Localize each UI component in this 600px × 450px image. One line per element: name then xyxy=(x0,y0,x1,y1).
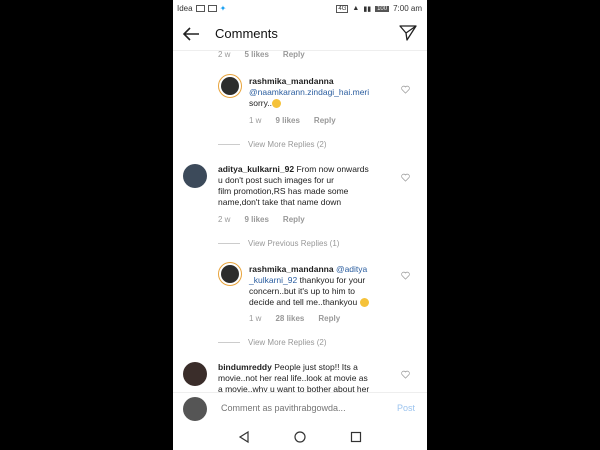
comment-username[interactable]: aditya_kulkarni_92 xyxy=(218,164,294,174)
gallery-icon xyxy=(195,5,205,12)
comment-body-line2: movie..not her real life..look at movie … xyxy=(218,373,368,383)
avatar[interactable] xyxy=(221,77,239,95)
comment-username[interactable]: rashmika_mandanna xyxy=(249,264,334,274)
twitter-icon: ✦ xyxy=(219,4,227,13)
comment-text: rashmika_mandanna @naamkarann.zindagi_ha… xyxy=(249,76,399,109)
post-button[interactable]: Post xyxy=(397,403,415,413)
home-circle-icon[interactable] xyxy=(293,430,307,444)
reply-button[interactable]: Reply xyxy=(283,50,305,59)
comment-time: 1 w xyxy=(249,116,262,125)
comment-text: aditya_kulkarni_92 From now onwards u do… xyxy=(218,164,398,208)
comment-time: 2 w xyxy=(218,215,231,224)
comment-text: rashmika_mandanna @aditya _kulkarni_92 t… xyxy=(249,264,401,308)
comment-body-line2: u don't post such images for ur xyxy=(218,175,334,185)
view-previous-label[interactable]: View Previous Replies (1) xyxy=(248,239,339,248)
image-icon xyxy=(207,5,217,12)
send-icon[interactable] xyxy=(399,24,417,42)
battery-label: 100 xyxy=(375,5,390,12)
divider-line xyxy=(218,144,240,145)
comment-body-line3: a movie..why u want to bother about her xyxy=(218,384,370,392)
phone-screen: Idea ✦ 4G ▲ ▮▮ 100 7:00 am Comments 2 w … xyxy=(173,0,427,450)
comment-meta: 1 w 28 likes Reply xyxy=(249,314,340,323)
likes-count[interactable]: 5 likes xyxy=(244,50,268,59)
comments-header: Comments xyxy=(173,18,427,51)
carrier-label: Idea xyxy=(177,4,193,13)
back-arrow-icon[interactable] xyxy=(181,24,201,44)
status-bar: Idea ✦ 4G ▲ ▮▮ 100 7:00 am xyxy=(173,0,427,18)
comment-meta: 1 w 9 likes Reply xyxy=(249,116,336,125)
comment-text: bindumreddy People just stop!! Its a mov… xyxy=(218,362,398,392)
clock-label: 7:00 am xyxy=(393,4,422,13)
divider-line xyxy=(218,342,240,343)
wifi-icon: ▲ xyxy=(352,5,360,12)
reply-button[interactable]: Reply xyxy=(314,116,336,125)
comment-input[interactable] xyxy=(221,403,371,413)
comments-list: 2 w 5 likes Reply rashmika_mandanna @naa… xyxy=(173,50,427,392)
comment-body-line1: People just stop!! Its a xyxy=(274,362,358,372)
mention-link[interactable]: @naamkarann.zindagi_hai.meri xyxy=(249,87,369,97)
comment-body-line3: concern..but it's up to him to xyxy=(249,286,356,296)
comment-username[interactable]: rashmika_mandanna xyxy=(249,76,334,86)
signal-icon: ▮▮ xyxy=(363,5,372,13)
heart-icon[interactable] xyxy=(401,271,410,280)
heart-icon[interactable] xyxy=(401,85,410,94)
comment-time: 1 w xyxy=(249,314,262,323)
heart-icon[interactable] xyxy=(401,370,410,379)
likes-count[interactable]: 9 likes xyxy=(275,116,299,125)
avatar[interactable] xyxy=(183,362,207,386)
comment-body-line4: decide and tell me..thankyou xyxy=(249,297,358,307)
view-more-replies[interactable]: View More Replies (2) xyxy=(218,338,327,347)
comment-time: 2 w xyxy=(218,50,231,59)
comment-body-line3: film promotion,RS has made some xyxy=(218,186,349,196)
avatar[interactable] xyxy=(221,265,239,283)
comment-body: sorry.. xyxy=(249,98,272,108)
mention-link-cont[interactable]: _kulkarni_92 xyxy=(249,275,297,285)
page-title: Comments xyxy=(215,26,278,41)
comment-meta: 2 w 9 likes Reply xyxy=(218,215,305,224)
comment-body-line4: name,don't take that name down xyxy=(218,197,342,207)
network-label: 4G xyxy=(336,4,349,13)
reply-button[interactable]: Reply xyxy=(318,314,340,323)
mention-link[interactable]: @aditya xyxy=(336,264,367,274)
comment-composer: Post xyxy=(173,392,427,425)
view-more-label[interactable]: View More Replies (2) xyxy=(248,140,327,149)
comment-username[interactable]: bindumreddy xyxy=(218,362,272,372)
comment-body-line2: thankyou for your xyxy=(299,275,366,285)
comment-meta: 2 w 5 likes Reply xyxy=(218,50,305,59)
avatar[interactable] xyxy=(183,164,207,188)
recent-apps-icon[interactable] xyxy=(349,430,363,444)
back-triangle-icon[interactable] xyxy=(237,430,251,444)
emoji-icon xyxy=(271,99,281,109)
emoji-icon xyxy=(359,298,369,308)
comment-body-line1: From now onwards xyxy=(296,164,369,174)
heart-icon[interactable] xyxy=(401,173,410,182)
reply-button[interactable]: Reply xyxy=(283,215,305,224)
likes-count[interactable]: 9 likes xyxy=(244,215,268,224)
view-previous-replies[interactable]: View Previous Replies (1) xyxy=(218,239,339,248)
view-more-label[interactable]: View More Replies (2) xyxy=(248,338,327,347)
view-more-replies[interactable]: View More Replies (2) xyxy=(218,140,327,149)
likes-count[interactable]: 28 likes xyxy=(275,314,304,323)
android-nav-bar xyxy=(173,424,427,450)
avatar xyxy=(183,397,207,421)
divider-line xyxy=(218,243,240,244)
